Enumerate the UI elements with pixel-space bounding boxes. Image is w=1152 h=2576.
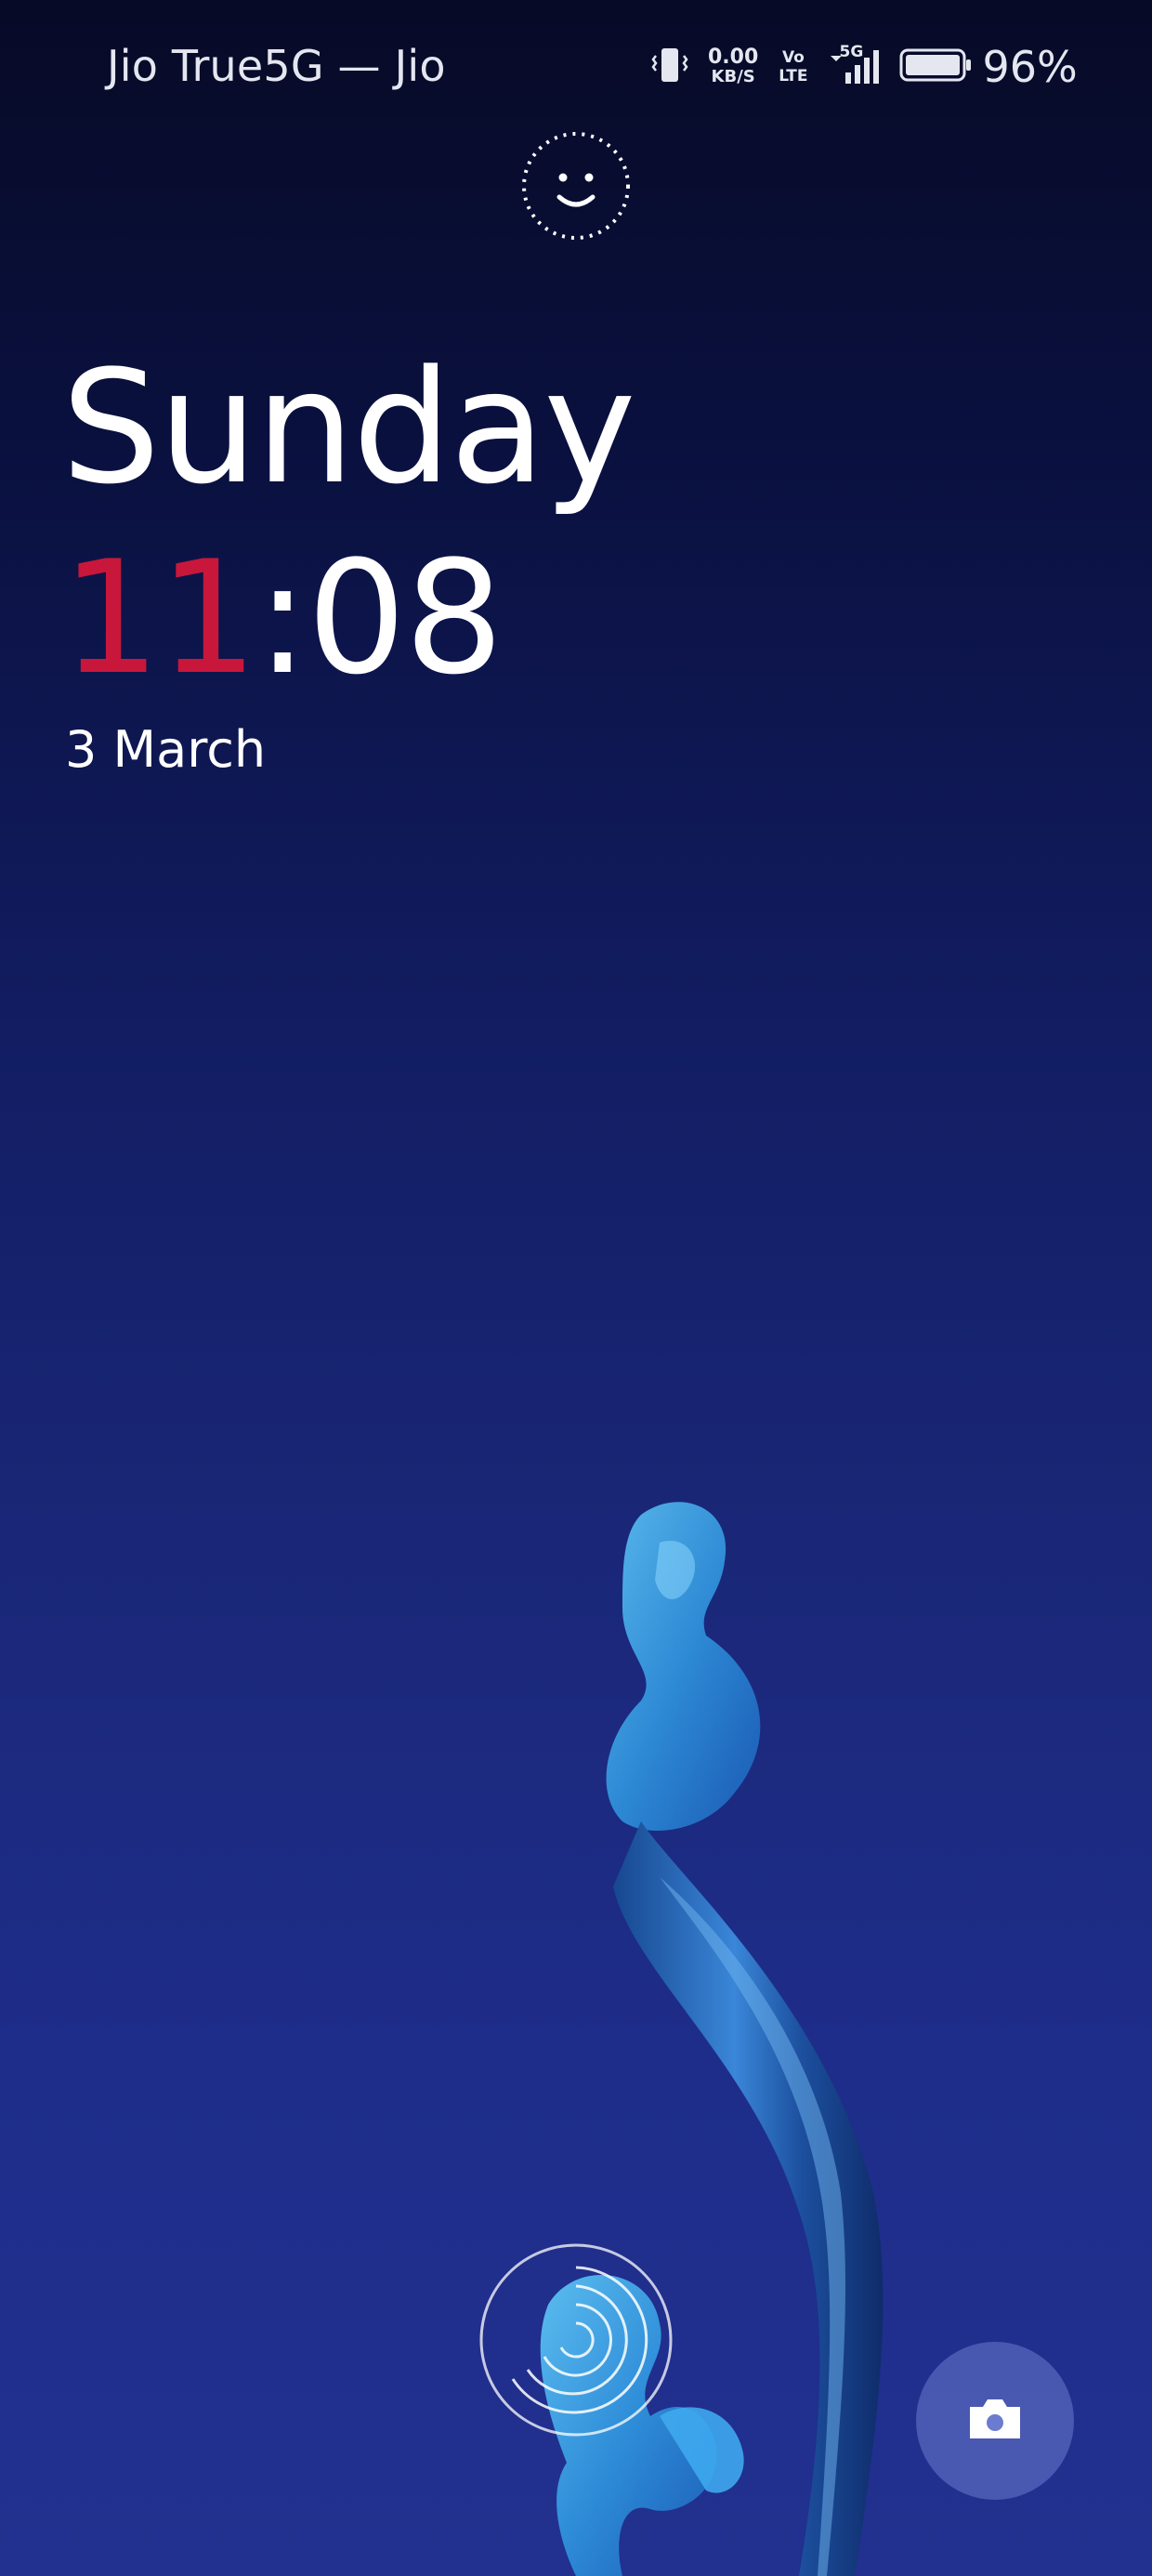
volte-indicator: Vo LTE	[779, 48, 807, 85]
status-bar: Jio True5G — Jio 0.00 KB/S Vo LTE 5G 96%	[0, 0, 1152, 139]
clock-hours: 11	[61, 527, 258, 709]
battery-icon	[899, 46, 974, 87]
status-icons: 0.00 KB/S Vo LTE 5G 96%	[650, 41, 1078, 93]
date-label: 3 March	[65, 720, 267, 779]
network-speed-value: 0.00	[708, 46, 759, 69]
network-speed-unit: KB/S	[711, 67, 755, 86]
network-type-label: 5G	[839, 43, 864, 61]
camera-icon	[966, 2396, 1024, 2446]
face-unlock-icon	[517, 126, 635, 245]
fingerprint-icon[interactable]	[476, 2240, 676, 2440]
volte-top-label: Vo	[781, 48, 805, 67]
lockscreen-clock: 11:08	[61, 525, 504, 711]
network-speed: 0.00 KB/S	[708, 46, 759, 87]
clock-minutes: 08	[307, 527, 504, 709]
clock-separator: :	[255, 527, 309, 709]
signal-icon: 5G	[829, 43, 881, 87]
camera-shortcut-button[interactable]	[916, 2342, 1074, 2500]
weekday-label: Sunday	[61, 336, 636, 519]
carrier-name: Jio True5G — Jio	[107, 41, 446, 91]
vibrate-icon	[650, 45, 689, 89]
battery-percentage: 96%	[982, 42, 1078, 92]
volte-bottom-label: LTE	[779, 67, 808, 85]
